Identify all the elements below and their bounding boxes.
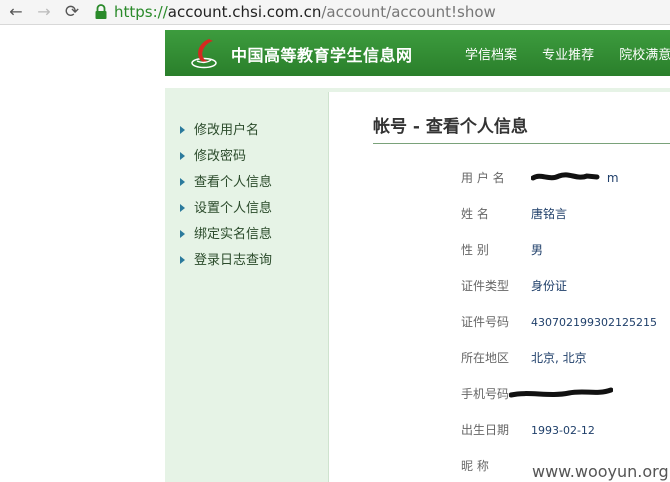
site-header: 中国高等教育学生信息网 学信档案 专业推荐 院校满意	[165, 30, 670, 76]
sidebar-item-view-info[interactable]: 查看个人信息	[180, 172, 272, 198]
sidebar-item-bind-realname[interactable]: 绑定实名信息	[180, 224, 272, 250]
address-bar[interactable]: https://account.chsi.com.cn/account/acco…	[114, 2, 496, 22]
info-value: 北京, 北京	[531, 351, 587, 365]
url-scheme: https://	[114, 3, 168, 21]
sidebar-item-change-username[interactable]: 修改用户名	[180, 120, 272, 146]
sidebar-item-label: 绑定实名信息	[194, 227, 273, 242]
info-value: 身份证	[531, 279, 568, 293]
page-title: 帐号 - 查看个人信息	[373, 117, 528, 137]
site-logo-icon[interactable]	[187, 36, 221, 72]
url-path: /account/account!show	[321, 3, 496, 21]
info-value: 唐铭言	[531, 207, 568, 221]
forward-icon[interactable]: →	[34, 2, 54, 22]
info-label: 所在地区	[461, 351, 510, 365]
sidebar-item-change-password[interactable]: 修改密码	[180, 146, 272, 172]
arrow-right-icon	[180, 255, 185, 264]
redaction-mark	[531, 172, 600, 181]
info-row-phone: 手机号码	[461, 383, 613, 403]
info-label: 性 别	[461, 243, 489, 257]
arrow-right-icon	[180, 229, 185, 238]
browser-toolbar: ← → ⟳ https://account.chsi.com.cn/accoun…	[0, 0, 670, 25]
info-label: 证件类型	[461, 279, 510, 293]
main-nav: 学信档案 专业推荐 院校满意	[465, 44, 670, 63]
info-row-birthdate: 出生日期 1993-02-12	[461, 419, 595, 439]
nav-link-archive[interactable]: 学信档案	[465, 48, 517, 63]
arrow-right-icon	[180, 177, 185, 186]
sidebar-item-label: 修改用户名	[194, 123, 260, 138]
arrow-right-icon	[180, 203, 185, 212]
sidebar-item-label: 修改密码	[194, 149, 247, 164]
arrow-right-icon	[180, 125, 185, 134]
sidebar-item-edit-info[interactable]: 设置个人信息	[180, 198, 272, 224]
site-title[interactable]: 中国高等教育学生信息网	[231, 42, 413, 66]
back-icon[interactable]: ←	[6, 2, 26, 22]
info-label: 昵 称	[461, 459, 489, 473]
redaction-mark	[509, 387, 613, 398]
nav-link-major[interactable]: 专业推荐	[542, 48, 594, 63]
info-row-region: 所在地区 北京, 北京	[461, 347, 587, 367]
info-label: 用 户 名	[461, 171, 505, 185]
info-row-name: 姓 名 唐铭言	[461, 203, 567, 223]
info-row-nickname: 昵 称	[461, 455, 531, 475]
info-label: 姓 名	[461, 207, 489, 221]
info-row-id-type: 证件类型 身份证	[461, 275, 567, 295]
nav-link-satisfaction[interactable]: 院校满意	[619, 48, 670, 63]
sidebar-item-label: 查看个人信息	[194, 175, 273, 190]
sidebar-item-label: 登录日志查询	[194, 253, 273, 268]
info-value-tail: m	[606, 171, 619, 185]
info-row-username: 用 户 名 m	[461, 167, 619, 187]
info-label: 出生日期	[461, 423, 510, 437]
sidebar-item-login-log[interactable]: 登录日志查询	[180, 250, 272, 276]
watermark: www.wooyun.org	[532, 462, 669, 481]
info-value: 1993-02-12	[531, 424, 595, 437]
info-row-id-number: 证件号码 430702199302125215	[461, 311, 657, 331]
reload-icon[interactable]: ⟳	[62, 2, 82, 22]
arrow-right-icon	[180, 151, 185, 160]
lock-icon	[95, 4, 107, 19]
info-value: 男	[531, 243, 544, 257]
info-label: 证件号码	[461, 315, 510, 329]
account-sidebar: 修改用户名 修改密码 查看个人信息 设置个人信息 绑定实名信息 登录日志查询	[180, 120, 272, 276]
title-divider	[373, 143, 670, 144]
info-value: m	[531, 171, 619, 185]
info-row-gender: 性 别男	[461, 239, 543, 259]
info-value: 430702199302125215	[531, 316, 657, 329]
sidebar-item-label: 设置个人信息	[194, 201, 273, 216]
url-host: account.chsi.com.cn	[167, 3, 322, 21]
info-panel: 帐号 - 查看个人信息 用 户 名 m 姓 名唐铭言 性 别男 证件类型 身份证 …	[328, 92, 670, 482]
